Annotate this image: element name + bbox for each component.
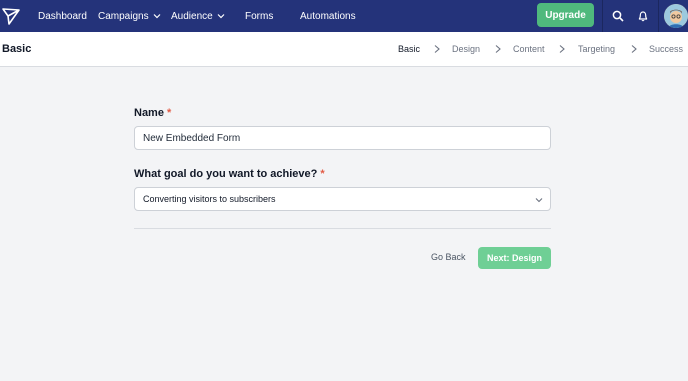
name-label: Name * [134,107,171,119]
nav-automations-label: Automations [300,10,356,22]
chevron-right-icon [434,45,440,53]
nav-audience[interactable]: Audience [171,0,225,32]
goal-select[interactable]: Converting visitors to subscribers [134,187,551,211]
go-back-button[interactable]: Go Back [431,252,466,262]
nav-campaigns-label: Campaigns [98,10,149,22]
nav-dashboard-label: Dashboard [38,10,87,22]
step-basic[interactable]: Basic [398,44,420,54]
form-divider [134,228,551,229]
goal-label-text: What goal do you want to achieve? [134,168,318,180]
search-icon [612,10,624,22]
nav-forms[interactable]: Forms [245,0,273,32]
next-design-button[interactable]: Next: Design [478,247,551,269]
chevron-down-icon [217,14,225,19]
nav-divider [602,0,603,32]
nav-audience-label: Audience [171,10,213,22]
avatar[interactable] [664,4,688,28]
chevron-right-icon [495,45,501,53]
goal-select-value: Converting visitors to subscribers [143,194,276,204]
nav-automations[interactable]: Automations [300,0,356,32]
name-label-text: Name [134,107,164,119]
name-input[interactable] [134,126,551,150]
bell-icon [638,11,648,22]
notifications-button[interactable] [629,0,657,32]
nav-divider [658,0,659,32]
chevron-right-icon [559,45,565,53]
user-avatar-icon [664,4,688,28]
search-button[interactable] [604,0,632,32]
nav-campaigns[interactable]: Campaigns [98,0,161,32]
nav-dashboard[interactable]: Dashboard [38,0,87,32]
goal-label: What goal do you want to achieve? * [134,168,325,180]
top-nav-bar: Dashboard Campaigns Audience Forms Autom… [0,0,688,32]
chevron-down-icon [535,198,543,203]
chevron-right-icon [631,45,637,53]
upgrade-button[interactable]: Upgrade [537,3,594,27]
page-header: Basic Basic Design Content Targeting Suc… [0,32,688,67]
step-success[interactable]: Success [649,44,683,54]
required-mark: * [320,168,325,180]
page-title: Basic [2,43,32,55]
step-design[interactable]: Design [452,44,480,54]
step-targeting[interactable]: Targeting [578,44,615,54]
step-content[interactable]: Content [513,44,545,54]
chevron-down-icon [153,14,161,19]
nav-forms-label: Forms [245,10,274,22]
required-mark: * [166,107,172,119]
paper-plane-icon[interactable] [0,5,22,27]
